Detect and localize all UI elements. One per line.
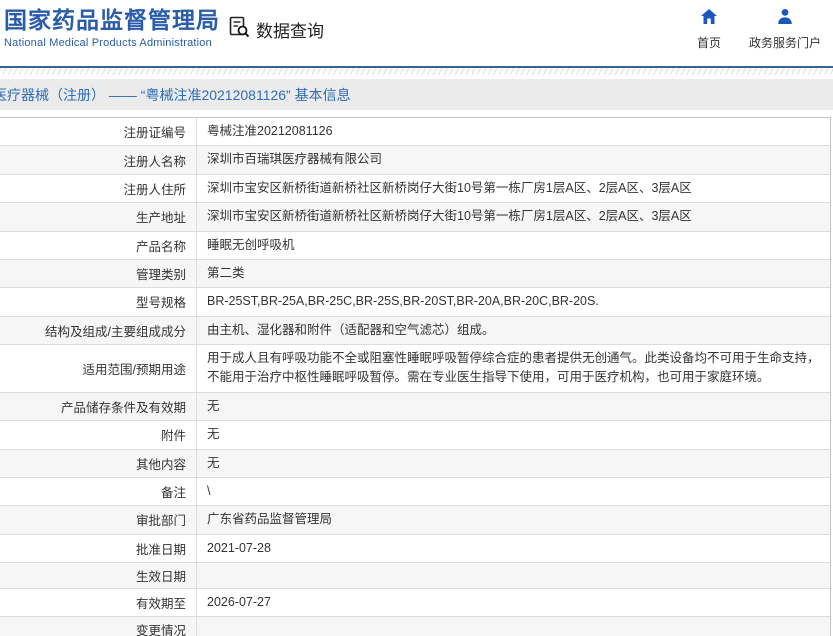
row-label: 生产地址 bbox=[0, 203, 197, 230]
row-value: 用于成人且有呼吸功能不全或阻塞性睡眠呼吸暂停综合症的患者提供无创通气。此类设备均… bbox=[197, 345, 830, 392]
page-title-bar: 医疗器械（注册） —— “粤械注准20212081126” 基本信息 bbox=[0, 79, 833, 110]
row-value bbox=[197, 563, 830, 588]
table-row: 注册证编号 粤械注准20212081126 bbox=[0, 118, 830, 146]
logo-subtitle: National Medical Products Administration bbox=[4, 37, 220, 49]
row-label: 产品名称 bbox=[0, 232, 197, 259]
row-label: 变更情况 bbox=[0, 617, 197, 636]
row-value: 无 bbox=[197, 393, 830, 420]
table-row: 批准日期 2021-07-28 bbox=[0, 535, 830, 563]
table-row: 结构及组成/主要组成成分 由主机、湿化器和附件（适配器和空气滤芯）组成。 bbox=[0, 317, 830, 345]
table-row: 管理类别 第二类 bbox=[0, 260, 830, 288]
table-row: 产品名称 睡眠无创呼吸机 bbox=[0, 232, 830, 260]
row-value: 2021-07-28 bbox=[197, 535, 830, 562]
table-row: 变更情况 bbox=[0, 617, 830, 636]
row-label: 管理类别 bbox=[0, 260, 197, 287]
row-value: 粤械注准20212081126 bbox=[197, 118, 830, 145]
site-header: 国家药品监督管理局 National Medical Products Admi… bbox=[0, 0, 833, 66]
row-value: BR-25ST,BR-25A,BR-25C,BR-25S,BR-20ST,BR-… bbox=[197, 288, 830, 315]
home-icon bbox=[700, 8, 718, 30]
row-label: 批准日期 bbox=[0, 535, 197, 562]
header-divider-hatch bbox=[0, 68, 833, 75]
row-value: 无 bbox=[197, 421, 830, 448]
row-value bbox=[197, 617, 830, 636]
row-label: 备注 bbox=[0, 478, 197, 505]
row-label: 适用范围/预期用途 bbox=[0, 345, 197, 392]
row-label: 其他内容 bbox=[0, 450, 197, 477]
row-value: 第二类 bbox=[197, 260, 830, 287]
table-row: 生产地址 深圳市宝安区新桥街道新桥社区新桥岗仔大街10号第一栋厂房1层A区、2层… bbox=[0, 203, 830, 231]
row-value: \ bbox=[197, 478, 830, 505]
table-row: 注册人住所 深圳市宝安区新桥街道新桥社区新桥岗仔大街10号第一栋厂房1层A区、2… bbox=[0, 175, 830, 203]
row-label: 附件 bbox=[0, 421, 197, 448]
row-value: 深圳市百瑞琪医疗器械有限公司 bbox=[197, 146, 830, 173]
document-search-icon bbox=[227, 15, 251, 44]
nav-gov-portal-label: 政务服务门户 bbox=[749, 34, 821, 51]
registration-info-table: 注册证编号 粤械注准20212081126 注册人名称 深圳市百瑞琪医疗器械有限… bbox=[0, 117, 831, 636]
nav-home-label: 首页 bbox=[697, 34, 721, 51]
row-label: 生效日期 bbox=[0, 563, 197, 588]
row-value: 由主机、湿化器和附件（适配器和空气滤芯）组成。 bbox=[197, 317, 830, 344]
row-label: 注册人名称 bbox=[0, 146, 197, 173]
row-label: 有效期至 bbox=[0, 589, 197, 616]
table-row: 附件 无 bbox=[0, 421, 830, 449]
data-query-section: 数据查询 bbox=[227, 15, 324, 44]
row-value: 广东省药品监督管理局 bbox=[197, 506, 830, 533]
nav-home[interactable]: 首页 bbox=[697, 8, 721, 51]
header-nav: 首页 政务服务门户 bbox=[697, 8, 821, 51]
row-label: 结构及组成/主要组成成分 bbox=[0, 317, 197, 344]
row-value: 睡眠无创呼吸机 bbox=[197, 232, 830, 259]
row-value: 深圳市宝安区新桥街道新桥社区新桥岗仔大街10号第一栋厂房1层A区、2层A区、3层… bbox=[197, 175, 830, 202]
table-row: 注册人名称 深圳市百瑞琪医疗器械有限公司 bbox=[0, 146, 830, 174]
row-label: 产品储存条件及有效期 bbox=[0, 393, 197, 420]
person-icon bbox=[776, 8, 794, 30]
row-value: 2026-07-27 bbox=[197, 589, 830, 616]
logo-title: 国家药品监督管理局 bbox=[4, 7, 220, 35]
data-query-title: 数据查询 bbox=[256, 17, 324, 42]
row-value: 无 bbox=[197, 450, 830, 477]
table-row: 产品储存条件及有效期 无 bbox=[0, 393, 830, 421]
table-row: 适用范围/预期用途 用于成人且有呼吸功能不全或阻塞性睡眠呼吸暂停综合症的患者提供… bbox=[0, 345, 830, 393]
table-row: 其他内容 无 bbox=[0, 450, 830, 478]
nmpa-logo: 国家药品监督管理局 National Medical Products Admi… bbox=[4, 7, 220, 49]
table-row: 有效期至 2026-07-27 bbox=[0, 589, 830, 617]
table-row: 型号规格 BR-25ST,BR-25A,BR-25C,BR-25S,BR-20S… bbox=[0, 288, 830, 316]
nav-gov-portal[interactable]: 政务服务门户 bbox=[749, 8, 821, 51]
table-row: 审批部门 广东省药品监督管理局 bbox=[0, 506, 830, 534]
page-title: 医疗器械（注册） —— “粤械注准20212081126” 基本信息 bbox=[0, 85, 351, 105]
row-value: 深圳市宝安区新桥街道新桥社区新桥岗仔大街10号第一栋厂房1层A区、2层A区、3层… bbox=[197, 203, 830, 230]
row-label: 审批部门 bbox=[0, 506, 197, 533]
table-row: 生效日期 bbox=[0, 563, 830, 589]
row-label: 注册人住所 bbox=[0, 175, 197, 202]
row-label: 注册证编号 bbox=[0, 118, 197, 145]
table-row: 备注 \ bbox=[0, 478, 830, 506]
row-label: 型号规格 bbox=[0, 288, 197, 315]
